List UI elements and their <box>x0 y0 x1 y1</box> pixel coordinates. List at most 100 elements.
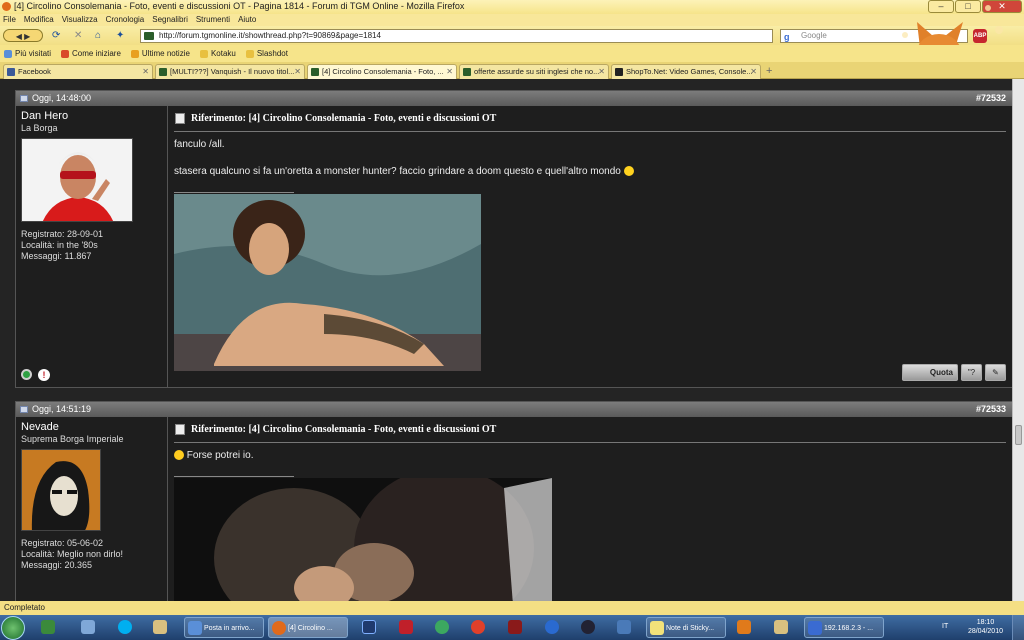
status-text: Completato <box>4 603 45 612</box>
post-title: Riferimento: [4] Circolino Consolemania … <box>174 423 1006 437</box>
avatar[interactable] <box>21 449 101 531</box>
taskbar-pinned-app[interactable] <box>115 617 139 638</box>
scrollbar-thumb[interactable] <box>1015 425 1022 445</box>
document-icon <box>175 424 185 435</box>
page-content: Oggi, 14:48:00 #72532 Dan Hero La Borga … <box>0 79 1012 601</box>
taskbar-button-mail[interactable]: Posta in arrivo... <box>184 617 264 638</box>
online-status-icon <box>21 369 32 380</box>
bookmark-item[interactable]: Ultime notizie <box>130 45 190 62</box>
home-icon[interactable]: ⌂ <box>95 29 101 42</box>
tab-facebook[interactable]: Facebook ✕ <box>3 64 153 79</box>
forum-post: Oggi, 14:48:00 #72532 Dan Hero La Borga … <box>15 90 1012 388</box>
adblock-icon[interactable]: ABP <box>973 29 987 43</box>
site-favicon <box>144 32 154 40</box>
taskbar-pinned-app[interactable] <box>578 617 602 638</box>
taskbar-button-remote[interactable]: 192.168.2.3 - ... <box>804 617 884 638</box>
bookmark-item[interactable]: Come iniziare <box>61 45 121 62</box>
tab-close-icon[interactable]: ✕ <box>446 65 453 78</box>
filezilla-icon <box>399 620 413 634</box>
post-number[interactable]: #72532 <box>976 91 1006 106</box>
vertical-scrollbar[interactable] <box>1012 79 1024 601</box>
taskbar-button-firefox[interactable]: [4] Circolino ... <box>268 617 348 638</box>
taskbar-pinned-app[interactable] <box>38 617 62 638</box>
tool-icon <box>617 620 631 634</box>
taskbar-pinned-app[interactable] <box>614 617 638 638</box>
media-player-icon <box>41 620 55 634</box>
minimize-button[interactable]: – <box>928 0 954 13</box>
new-tab-button[interactable]: + <box>766 65 772 77</box>
site-favicon <box>159 68 167 76</box>
show-desktop-button[interactable] <box>1012 615 1024 640</box>
user-sidebar: Nevade Suprema Borga Imperiale Registrat… <box>16 417 168 601</box>
taskbar-pinned-app[interactable] <box>78 617 102 638</box>
multiquote-button[interactable]: "? <box>961 364 982 381</box>
menu-file[interactable]: File <box>3 14 16 26</box>
close-button[interactable]: ✕ <box>982 0 1022 13</box>
search-placeholder: Google <box>801 31 827 40</box>
google-icon: g <box>784 32 790 42</box>
maximize-button[interactable]: □ <box>955 0 981 13</box>
rss-folder-icon <box>130 49 139 58</box>
taskbar-button-sticky[interactable]: Note di Sticky... <box>646 617 726 638</box>
bookmark-item[interactable]: Kotaku <box>199 45 236 62</box>
start-button[interactable] <box>1 616 25 640</box>
stop-icon[interactable]: ✕ <box>74 29 82 42</box>
search-input[interactable]: g Google <box>780 29 968 43</box>
mail-icon <box>188 621 202 635</box>
reload-icon[interactable]: ⟳ <box>52 29 60 42</box>
quick-reply-button[interactable]: ✎ <box>985 364 1006 381</box>
post-date: Oggi, 14:48:00 <box>32 93 92 103</box>
menu-aiuto[interactable]: Aiuto <box>238 14 256 26</box>
username[interactable]: Nevade <box>21 421 162 433</box>
bookmark-star-icon[interactable]: ✦ <box>116 29 124 42</box>
taskbar-pinned-app[interactable] <box>505 617 529 638</box>
taskbar-pinned-app[interactable] <box>359 617 383 638</box>
language-indicator[interactable]: IT <box>942 623 948 630</box>
tab-close-icon[interactable]: ✕ <box>750 65 757 78</box>
signature-divider <box>174 192 294 193</box>
app-m-icon <box>508 620 522 634</box>
menu-cronologia[interactable]: Cronologia <box>106 14 145 26</box>
skype-icon <box>118 620 132 634</box>
photoshop-icon <box>362 620 376 634</box>
tab-offerte[interactable]: offerte assurde su siti inglesi che no..… <box>459 64 609 79</box>
avatar[interactable] <box>21 138 133 222</box>
taskbar-pinned-app[interactable] <box>396 617 420 638</box>
navigation-toolbar: ◀ ▶ ⟳ ✕ ⌂ ✦ http://forum.tgmonline.it/sh… <box>0 26 1024 45</box>
tab-shopto[interactable]: ShopTo.Net: Video Games, Console... ✕ <box>611 64 761 79</box>
post-header: Oggi, 14:48:00 #72532 <box>16 91 1012 106</box>
people-icon <box>81 620 95 634</box>
clock[interactable]: 18:10 28/04/2010 <box>968 618 1003 636</box>
post-text-line: Forse potrei io. <box>174 449 1006 462</box>
quote-button[interactable]: Quota <box>902 364 958 381</box>
tab-close-icon[interactable]: ✕ <box>142 65 149 78</box>
menu-visualizza[interactable]: Visualizza <box>62 14 98 26</box>
menu-segnalibri[interactable]: Segnalibri <box>152 14 188 26</box>
bookmark-item[interactable]: Slashdot <box>245 45 288 62</box>
taskbar-pinned-app[interactable] <box>771 617 795 638</box>
taskbar-pinned-app[interactable] <box>542 617 566 638</box>
tab-close-icon[interactable]: ✕ <box>598 65 605 78</box>
tab-circolino[interactable]: [4] Circolino Consolemania - Foto, ... ✕ <box>307 64 457 79</box>
taskbar-pinned-app[interactable] <box>734 617 758 638</box>
report-post-icon[interactable]: ! <box>38 369 50 381</box>
post-number[interactable]: #72533 <box>976 402 1006 417</box>
taskbar-pinned-app[interactable] <box>468 617 492 638</box>
menu-bar: File Modifica Visualizza Cronologia Segn… <box>0 14 1024 26</box>
post-header: Oggi, 14:51:19 #72533 <box>16 402 1012 417</box>
tab-close-icon[interactable]: ✕ <box>294 65 301 78</box>
taskbar-pinned-app[interactable] <box>150 617 174 638</box>
folder-icon <box>199 49 208 58</box>
bookmark-item[interactable]: Più visitati <box>4 45 51 62</box>
menu-strumenti[interactable]: Strumenti <box>196 14 230 26</box>
facebook-icon <box>7 68 15 76</box>
signature-divider <box>174 476 294 477</box>
address-bar[interactable]: http://forum.tgmonline.it/showthread.php… <box>140 29 773 43</box>
tab-vanquish[interactable]: [MULTI???] Vanquish - Il nuovo titol... … <box>155 64 305 79</box>
back-forward-button[interactable]: ◀ ▶ <box>3 29 43 42</box>
menu-modifica[interactable]: Modifica <box>24 14 54 26</box>
taskbar-pinned-app[interactable] <box>432 617 456 638</box>
explorer-icon <box>774 620 788 634</box>
username[interactable]: Dan Hero <box>21 110 162 122</box>
tab-strip: Facebook ✕ [MULTI???] Vanquish - Il nuov… <box>0 62 1024 79</box>
